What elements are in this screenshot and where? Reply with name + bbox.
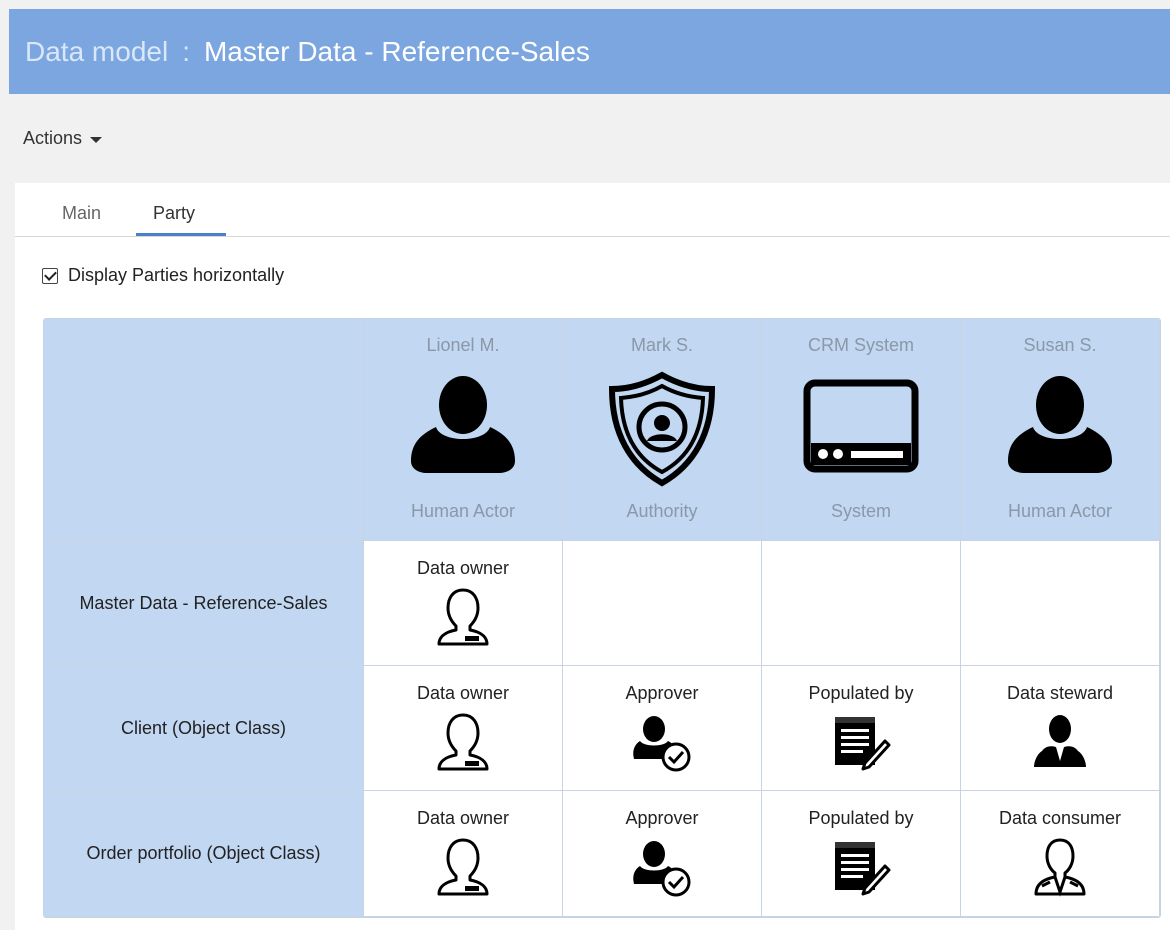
role-label: Data consumer — [998, 808, 1122, 828]
row-header-cell: Client (Object Class) — [44, 666, 364, 791]
shield-person-icon — [602, 369, 722, 489]
person-icon — [403, 369, 523, 489]
data-consumer-icon — [1028, 836, 1092, 900]
data-owner-icon — [431, 586, 495, 650]
role-cell[interactable]: Data owner — [364, 541, 563, 666]
populated-by-icon — [829, 711, 893, 775]
matrix-corner-cell — [44, 319, 364, 541]
row-label: Order portfolio (Object Class) — [86, 843, 321, 863]
row-header-cell: Master Data - Reference-Sales — [44, 541, 364, 666]
actions-menu-button[interactable]: Actions — [23, 128, 103, 149]
party-type: Human Actor — [1007, 501, 1113, 521]
role-cell[interactable]: Approver — [563, 666, 762, 791]
tab-bar: Main Party — [15, 183, 1170, 237]
data-owner-icon — [431, 836, 495, 900]
party-name: Susan S. — [1023, 335, 1097, 355]
role-cell[interactable]: Data owner — [364, 791, 563, 917]
party-type: System — [830, 501, 891, 521]
display-horizontal-label: Display Parties horizontally — [68, 265, 285, 285]
toolbar: Actions — [9, 94, 1170, 182]
party-header-cell[interactable]: Lionel M. Human Actor — [364, 319, 563, 541]
tab-party[interactable]: Party — [153, 203, 195, 224]
role-cell[interactable] — [563, 541, 762, 666]
active-tab-indicator — [136, 233, 226, 236]
system-device-icon — [801, 369, 921, 489]
row-label: Master Data - Reference-Sales — [79, 592, 328, 613]
party-name: CRM System — [807, 335, 914, 355]
party-name: Lionel M. — [426, 335, 500, 355]
person-icon — [1000, 369, 1120, 489]
party-header-cell[interactable]: Mark S. Authority — [563, 319, 762, 541]
party-matrix: Lionel M. Human Actor Mark S. Authority CRM … — [43, 318, 1161, 918]
content-panel: Main Party Display Parties horizontally … — [15, 183, 1170, 930]
role-cell[interactable]: Approver — [563, 791, 762, 917]
role-cell[interactable]: Populated by — [762, 791, 961, 917]
role-label: Data owner — [416, 808, 510, 828]
tab-main[interactable]: Main — [62, 203, 101, 224]
page-title: Master Data - Reference-Sales — [203, 35, 590, 67]
title-bar: Data model : Master Data - Reference-Sal… — [9, 9, 1170, 94]
approver-icon — [630, 711, 694, 775]
role-cell[interactable]: Populated by — [762, 666, 961, 791]
role-label: Data owner — [416, 558, 510, 578]
role-cell[interactable] — [762, 541, 961, 666]
row-label: Client (Object Class) — [120, 717, 287, 738]
role-label: Populated by — [808, 808, 914, 828]
role-label: Approver — [625, 683, 699, 703]
actions-label: Actions — [23, 128, 83, 148]
approver-icon — [630, 836, 694, 900]
party-type: Human Actor — [410, 501, 516, 521]
role-label: Populated by — [808, 683, 914, 703]
role-cell[interactable] — [961, 541, 1160, 666]
role-label: Data owner — [416, 683, 510, 703]
party-header-cell[interactable]: CRM System System — [762, 319, 961, 541]
row-header-cell: Order portfolio (Object Class) — [44, 791, 364, 917]
role-cell[interactable]: Data steward — [961, 666, 1160, 791]
role-label: Approver — [625, 808, 699, 828]
caret-down-icon — [90, 136, 103, 143]
display-horizontal-checkbox[interactable] — [42, 267, 58, 284]
data-steward-icon — [1028, 711, 1092, 775]
role-label: Data steward — [1006, 683, 1114, 703]
party-name: Mark S. — [630, 335, 693, 355]
party-header-cell[interactable]: Susan S. Human Actor — [961, 319, 1160, 541]
populated-by-icon — [829, 836, 893, 900]
role-cell[interactable]: Data consumer — [961, 791, 1160, 917]
page-type-label: Data model — [25, 35, 169, 67]
party-type: Authority — [626, 501, 698, 521]
data-owner-icon — [431, 711, 495, 775]
title-separator: : — [182, 35, 190, 67]
display-horizontal-option[interactable]: Display Parties horizontally — [42, 265, 284, 286]
role-cell[interactable]: Data owner — [364, 666, 563, 791]
